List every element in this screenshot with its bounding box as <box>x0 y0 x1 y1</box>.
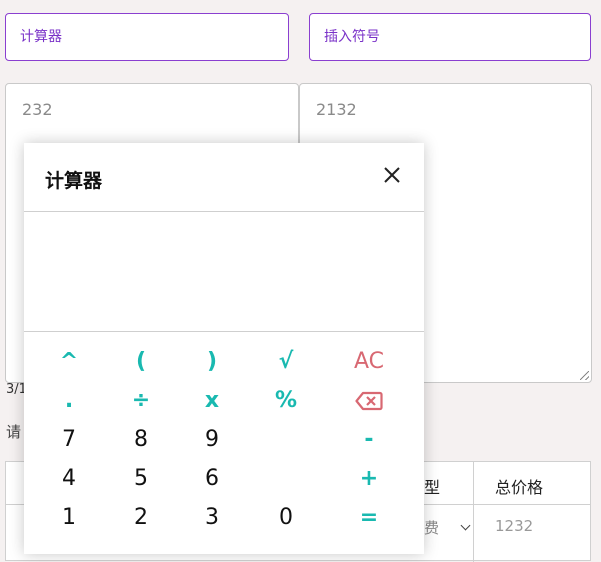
backspace-icon[interactable] <box>355 391 383 411</box>
type-select[interactable]: 费 <box>424 517 439 538</box>
key-multiply[interactable]: x <box>182 386 242 416</box>
key-clear[interactable]: AC <box>339 347 399 377</box>
insert-symbol-button[interactable]: 插入符号 <box>309 13 591 61</box>
key-left-paren[interactable]: ( <box>111 347 171 377</box>
key-9[interactable]: 9 <box>182 425 242 455</box>
type-select-value: 费 <box>424 519 440 537</box>
key-0[interactable]: 0 <box>256 503 316 533</box>
display-divider <box>24 331 424 332</box>
key-1[interactable]: 1 <box>39 503 99 533</box>
key-minus[interactable]: - <box>339 425 399 455</box>
key-3[interactable]: 3 <box>182 503 242 533</box>
hint-text: 请 <box>6 423 22 441</box>
total-price-input[interactable]: 1232 <box>495 517 533 535</box>
calculator-button[interactable]: 计算器 <box>5 13 289 61</box>
calculator-dialog: 计算器 ^ ( ) √ AC . ÷ x % 7 8 9 - 4 5 6 + 1… <box>24 143 424 554</box>
table-header-total-price: 总价格 <box>495 478 544 497</box>
key-sqrt[interactable]: √ <box>256 347 316 377</box>
key-power[interactable]: ^ <box>39 347 99 377</box>
table-header-type: 型 <box>424 478 441 497</box>
key-plus[interactable]: + <box>339 464 399 494</box>
left-formula-text: 232 <box>22 100 53 119</box>
key-5[interactable]: 5 <box>111 464 171 494</box>
key-dot[interactable]: . <box>39 386 99 416</box>
key-percent[interactable]: % <box>256 386 316 416</box>
resize-grip-icon[interactable] <box>580 371 589 380</box>
key-4[interactable]: 4 <box>39 464 99 494</box>
key-divide[interactable]: ÷ <box>111 386 171 416</box>
key-8[interactable]: 8 <box>111 425 171 455</box>
key-6[interactable]: 6 <box>182 464 242 494</box>
close-icon[interactable] <box>383 166 401 184</box>
key-2[interactable]: 2 <box>111 503 171 533</box>
calculator-title: 计算器 <box>45 170 103 192</box>
calculator-display <box>24 212 424 331</box>
total-price-value: 1232 <box>495 517 534 535</box>
key-7[interactable]: 7 <box>39 425 99 455</box>
right-formula-text: 2132 <box>316 100 357 119</box>
key-equals[interactable]: = <box>339 503 399 533</box>
key-right-paren[interactable]: ) <box>182 347 242 377</box>
